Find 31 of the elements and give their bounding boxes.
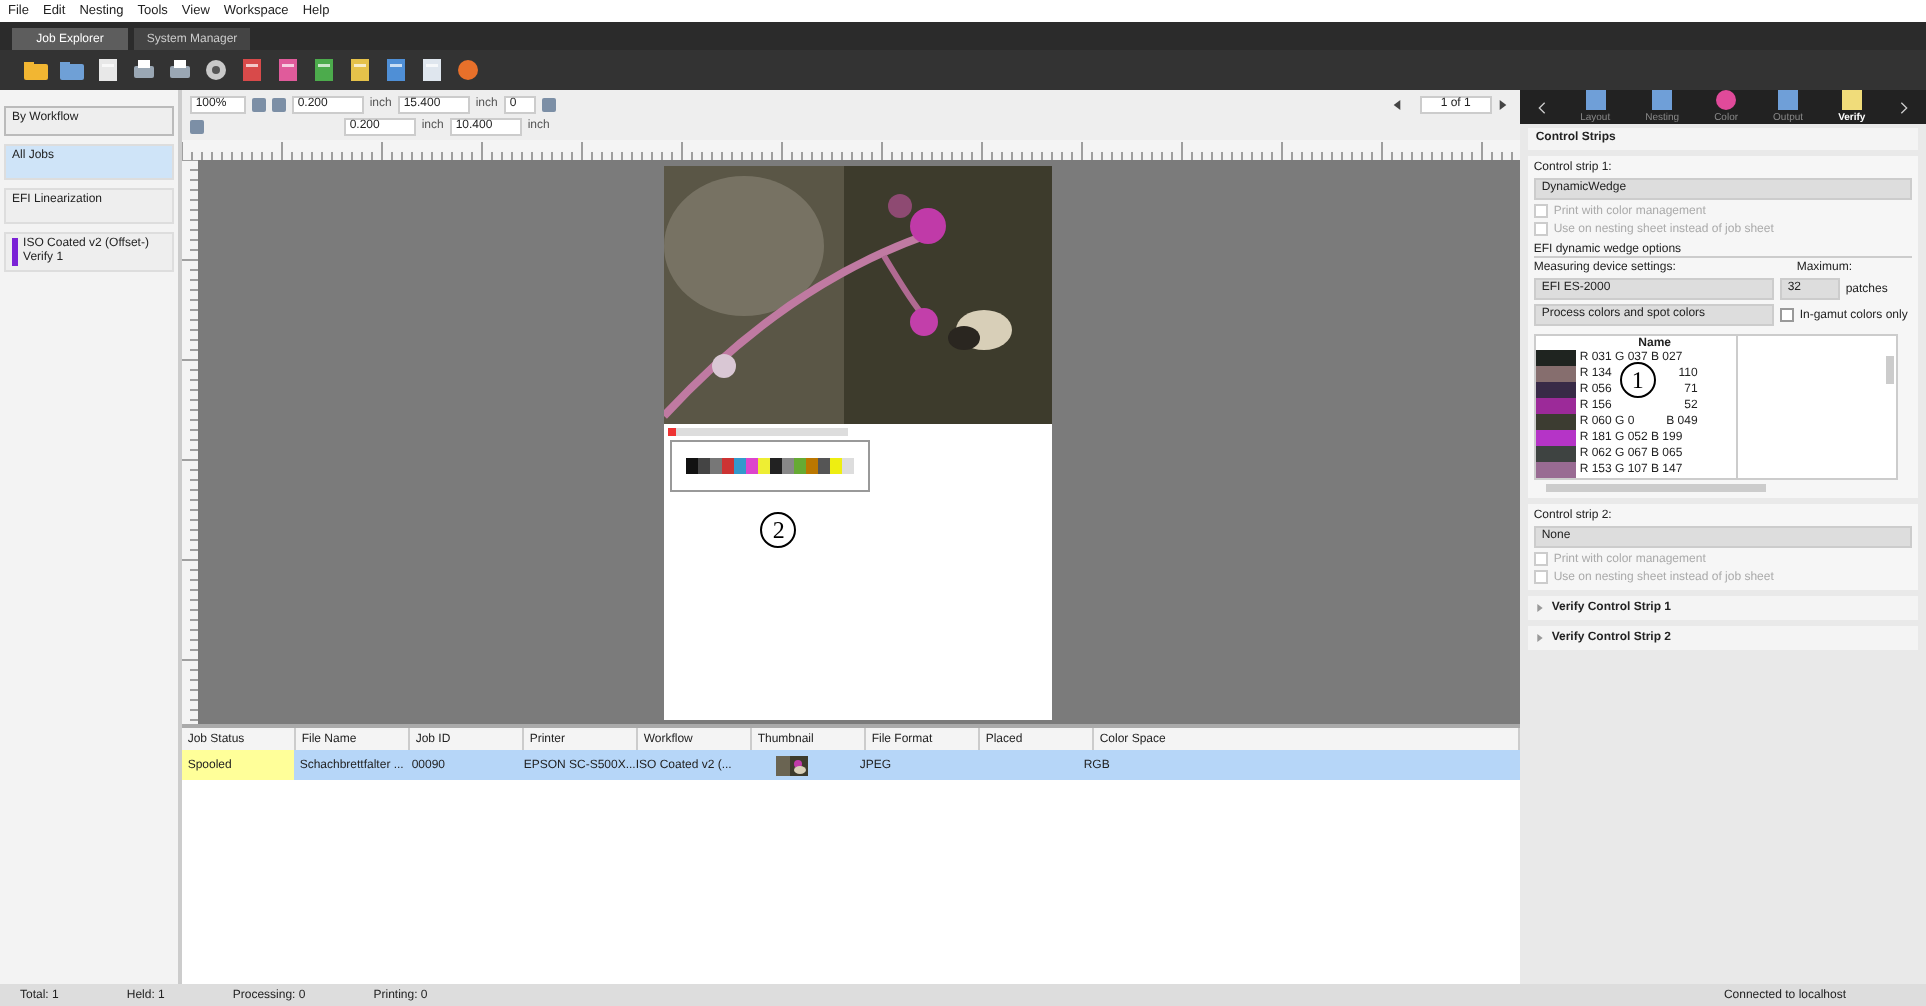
scrollbar[interactable] [1545,484,1766,492]
page[interactable]: 2 [664,166,1053,720]
scrollbar[interactable] [1885,356,1894,384]
document-icon[interactable] [276,58,300,82]
expand-icon [1535,634,1544,642]
printer-icon[interactable] [168,58,192,82]
expand-icon [1535,604,1544,612]
printer-icon[interactable] [132,58,156,82]
folder-icon[interactable] [24,58,48,82]
circle-icon[interactable] [456,58,480,82]
control-strip[interactable] [670,440,871,492]
document-icon[interactable] [384,58,408,82]
tab-icon [1839,90,1864,110]
document-icon[interactable] [240,58,264,82]
tab-icon [1650,90,1675,110]
previous-page-icon[interactable] [1391,99,1402,109]
annotation-number: 1 [1619,362,1656,398]
annotation-number: 2 [760,512,797,548]
scroll-left-icon[interactable] [1537,101,1546,113]
document-icon[interactable] [312,58,336,82]
tab-icon [1714,90,1739,110]
scroll-right-icon[interactable] [1900,101,1909,113]
tab-icon [1583,90,1608,110]
document-icon[interactable] [348,58,372,82]
tab-icon [1776,90,1801,110]
document-icon[interactable] [420,58,444,82]
gear-icon[interactable] [204,58,228,82]
document-icon[interactable] [96,58,120,82]
next-page-icon[interactable] [1497,99,1508,109]
checkbox[interactable] [1779,308,1794,322]
folder-icon[interactable] [60,58,84,82]
